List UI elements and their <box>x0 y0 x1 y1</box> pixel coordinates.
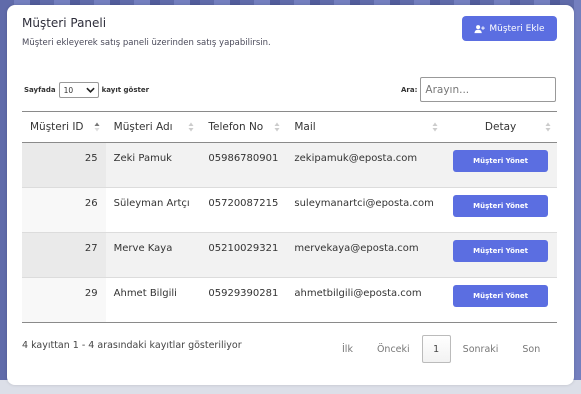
sort-icon <box>188 122 194 132</box>
column-header-name[interactable]: Müşteri Adı <box>105 111 201 143</box>
sort-icon <box>274 122 280 132</box>
page-length-value: 10 <box>63 85 74 95</box>
cell-customer-id: 29 <box>22 277 106 323</box>
cell-detail: Müşteri Yönet <box>444 188 557 233</box>
pagination-previous[interactable]: Önceki <box>365 344 422 355</box>
column-header-phone[interactable]: Telefon No <box>200 111 287 143</box>
page-subtitle: Müşteri ekleyerek satış paneli üzerinden… <box>22 38 271 48</box>
manage-customer-button[interactable]: Müşteri Yönet <box>453 195 549 217</box>
cell-customer-name: Merve Kaya <box>113 243 173 254</box>
page-length-control: Sayfada 10 kayıt göster <box>24 82 149 98</box>
cell-phone: 05720087215 <box>208 198 279 209</box>
search-label: Ara: <box>401 85 418 94</box>
cell-phone: 05986780901 <box>208 153 279 164</box>
column-header-id-label: Müşteri ID <box>30 121 84 133</box>
column-header-mail[interactable]: Mail <box>286 111 445 143</box>
table-row: 29 Ahmet Bilgili 05929390281 ahmetbilgil… <box>22 277 557 323</box>
customers-table: Müşteri ID Müşteri Adı Telefon No Mail D… <box>22 111 557 323</box>
manage-customer-button[interactable]: Müşteri Yönet <box>453 150 549 172</box>
cell-detail: Müşteri Yönet <box>444 233 557 278</box>
cell-mail: suleymanartci@eposta.com <box>294 198 434 209</box>
column-header-name-label: Müşteri Adı <box>113 121 173 133</box>
cell-customer-name: Süleyman Artçı <box>113 198 190 209</box>
manage-customer-button[interactable]: Müşteri Yönet <box>453 285 549 307</box>
chevron-down-icon <box>85 87 95 93</box>
user-plus-icon <box>474 24 486 33</box>
cell-phone: 05210029321 <box>208 243 279 254</box>
column-header-detail-label: Detay <box>484 121 517 133</box>
cell-customer-name: Zeki Pamuk <box>113 153 172 164</box>
search-control: Ara: Arayın... <box>401 77 557 102</box>
cell-detail: Müşteri Yönet <box>444 278 557 323</box>
table-row: 27 Merve Kaya 05210029321 mervekaya@epos… <box>22 232 557 278</box>
search-placeholder: Arayın... <box>425 83 470 96</box>
page-length-prefix: Sayfada <box>24 86 56 94</box>
table-row: 26 Süleyman Artçı 05720087215 suleymanar… <box>22 187 557 233</box>
cell-phone: 05929390281 <box>208 288 279 299</box>
pagination-first[interactable]: İlk <box>330 344 365 355</box>
sort-asc-icon <box>94 122 100 132</box>
manage-customer-button[interactable]: Müşteri Yönet <box>453 240 549 262</box>
search-input[interactable]: Arayın... <box>420 77 557 102</box>
pagination: İlk Önceki 1 Sonraki Son <box>330 335 552 363</box>
page-title: Müşteri Paneli <box>22 16 107 30</box>
column-header-id[interactable]: Müşteri ID <box>22 111 106 143</box>
cell-mail: mervekaya@eposta.com <box>294 243 419 254</box>
cell-mail: zekipamuk@eposta.com <box>294 153 418 164</box>
cell-customer-id: 27 <box>22 232 106 278</box>
table-info: 4 kayıttan 1 - 4 arasındaki kayıtlar gös… <box>22 340 242 351</box>
page-length-suffix: kayıt göster <box>101 86 150 94</box>
add-customer-label: Müşteri Ekle <box>489 23 545 34</box>
pagination-current-page[interactable]: 1 <box>421 335 451 363</box>
column-header-mail-label: Mail <box>294 121 316 133</box>
column-header-phone-label: Telefon No <box>208 121 264 133</box>
cell-detail: Müşteri Yönet <box>444 143 557 188</box>
add-customer-button[interactable]: Müşteri Ekle <box>462 16 557 41</box>
sort-icon <box>545 122 551 132</box>
cell-mail: ahmetbilgili@eposta.com <box>294 288 422 299</box>
table-row: 25 Zeki Pamuk 05986780901 zekipamuk@epos… <box>22 142 557 188</box>
cell-customer-name: Ahmet Bilgili <box>113 288 177 299</box>
cell-customer-id: 25 <box>22 142 106 188</box>
customer-panel-card: Müşteri Paneli Müşteri ekleyerek satış p… <box>7 5 574 385</box>
table-header-row: Müşteri ID Müşteri Adı Telefon No Mail D… <box>22 111 557 143</box>
cell-customer-id: 26 <box>22 187 106 233</box>
pagination-last[interactable]: Son <box>510 344 552 355</box>
page-length-select[interactable]: 10 <box>58 82 99 98</box>
sort-icon <box>432 122 438 132</box>
pagination-next[interactable]: Sonraki <box>451 344 511 355</box>
column-header-detail[interactable]: Detay <box>444 111 557 143</box>
